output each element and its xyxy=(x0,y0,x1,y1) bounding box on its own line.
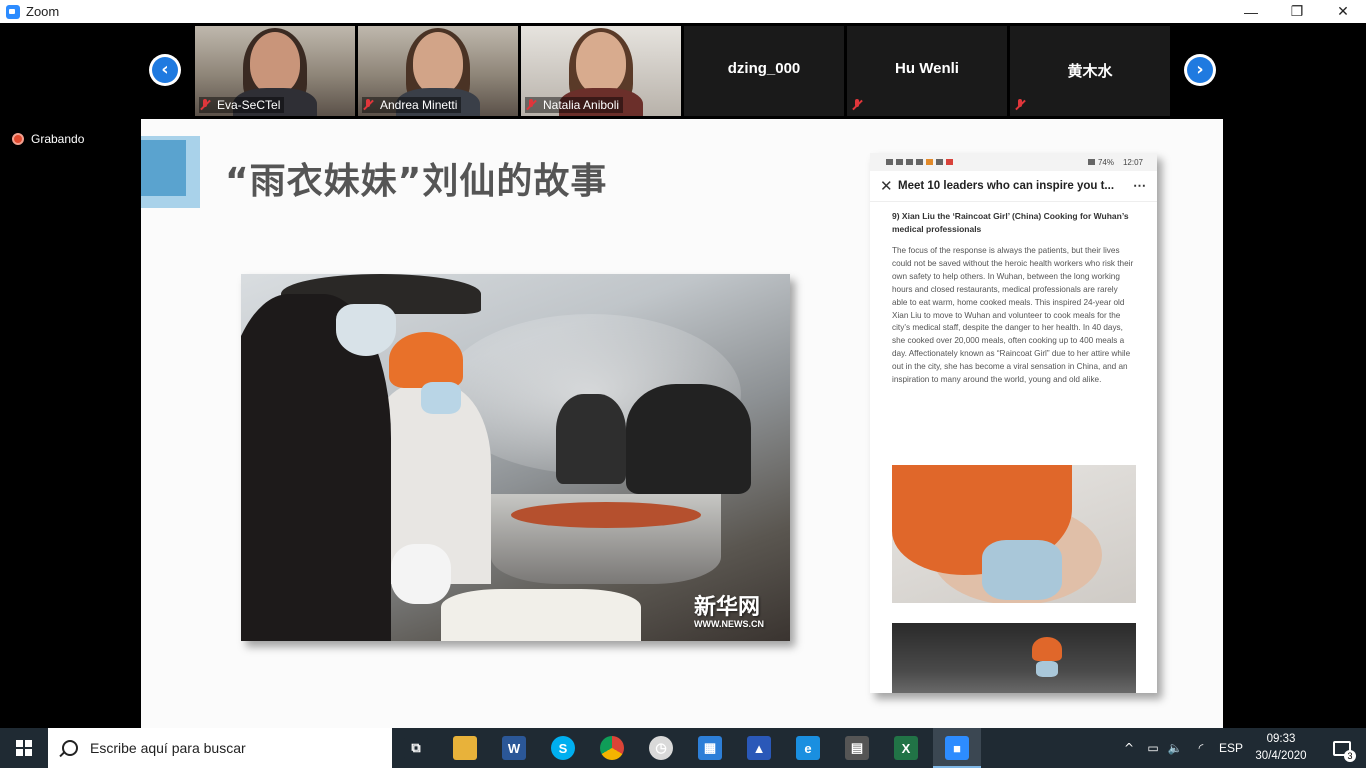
mic-muted-icon xyxy=(1014,99,1026,111)
chevron-left-icon: ‹ xyxy=(152,57,178,83)
participant-name-label: Eva-SeCTel xyxy=(199,97,285,113)
participant-name: dzing_000 xyxy=(727,60,801,77)
record-icon xyxy=(12,133,24,145)
more-options-icon: ⋯ xyxy=(1133,178,1147,193)
phone-clock: 12:07 xyxy=(1122,157,1143,167)
taskbar-search[interactable]: Escribe aquí para buscar xyxy=(48,728,392,768)
mail-taskbar-button[interactable]: ▲ xyxy=(735,728,783,768)
next-page-button[interactable]: › xyxy=(1184,54,1216,86)
clock-app-icon: ◷ xyxy=(649,736,673,760)
chevron-right-icon: › xyxy=(1187,57,1213,83)
close-icon: ✕ xyxy=(880,177,893,195)
minimize-button[interactable]: — xyxy=(1228,0,1274,23)
search-icon xyxy=(62,740,78,756)
raincoat-girl-photo xyxy=(892,465,1136,603)
task-view-icon: ⧉ xyxy=(404,736,428,760)
zoom-app-taskbar-button[interactable]: ■ xyxy=(933,728,981,768)
clock-time: 09:33 xyxy=(1266,733,1296,745)
clock-app-taskbar-button[interactable]: ◷ xyxy=(637,728,685,768)
skype-icon: S xyxy=(551,736,575,760)
mic-muted-icon xyxy=(851,99,863,111)
recording-label: Grabando xyxy=(31,132,85,146)
participant-tile[interactable]: Natalia Aniboli xyxy=(521,26,681,116)
participant-name-label: Natalia Aniboli xyxy=(525,97,624,113)
article-header-title: Meet 10 leaders who can inspire you t... xyxy=(898,180,1115,192)
participant-name-label: Andrea Minetti xyxy=(362,97,462,113)
participant-name: Andrea Minetti xyxy=(380,98,458,112)
zoom-app-icon: ■ xyxy=(945,736,969,760)
calculator-icon: ▤ xyxy=(845,736,869,760)
participant-tile[interactable]: dzing_000 xyxy=(684,26,844,116)
word-taskbar-button[interactable]: W xyxy=(490,728,538,768)
task-view-taskbar-button[interactable]: ⧉ xyxy=(392,728,440,768)
xinhua-watermark: 新华网 xyxy=(694,595,761,620)
slide-title: “雨衣妹妹”刘仙的故事 xyxy=(225,161,608,202)
participant-name: Natalia Aniboli xyxy=(543,98,620,112)
participant-name: Hu Wenli xyxy=(895,60,959,77)
phone-status-bar: 74% 12:07 xyxy=(870,153,1157,171)
calendar-icon: ▦ xyxy=(698,736,722,760)
windows-logo-icon xyxy=(16,740,32,756)
recording-indicator[interactable]: Grabando xyxy=(12,132,84,146)
chrome-taskbar-button[interactable] xyxy=(588,728,636,768)
participant-name: Eva-SeCTel xyxy=(217,98,281,112)
battery-icon[interactable]: ▭ xyxy=(1142,728,1164,768)
mic-muted-icon xyxy=(525,99,537,111)
chrome-icon xyxy=(600,736,624,760)
participant-strip: ‹ Eva-SeCTel Andrea Minetti Natalia Anib… xyxy=(0,23,1366,119)
article-body: 9) Xian Liu the ‘Raincoat Girl’ (China) … xyxy=(870,202,1157,387)
taskbar-clock[interactable]: 09:33 30/4/2020 xyxy=(1249,731,1313,765)
skype-taskbar-button[interactable]: S xyxy=(539,728,587,768)
close-button[interactable]: ✕ xyxy=(1320,0,1366,23)
start-button[interactable] xyxy=(0,728,48,768)
edge-taskbar-button[interactable]: e xyxy=(784,728,832,768)
participant-name: 黄木水 xyxy=(1067,62,1113,80)
window-title: Zoom xyxy=(26,4,60,19)
kitchen-photo-small xyxy=(892,623,1136,693)
calculator-taskbar-button[interactable]: ▤ xyxy=(833,728,881,768)
participant-tile[interactable]: Hu Wenli xyxy=(847,26,1007,116)
article-heading: 9) Xian Liu the ‘Raincoat Girl’ (China) … xyxy=(892,211,1129,234)
volume-icon[interactable]: 🔈 xyxy=(1164,728,1186,768)
article-text: The focus of the response is always the … xyxy=(892,246,1134,385)
window-title-bar: Zoom — ❐ ✕ xyxy=(0,0,1366,23)
network-icon[interactable]: ◜ xyxy=(1190,728,1212,768)
participant-tile[interactable]: Andrea Minetti xyxy=(358,26,518,116)
word-icon: W xyxy=(502,736,526,760)
file-explorer-taskbar-button[interactable] xyxy=(441,728,489,768)
mic-muted-icon xyxy=(199,99,211,111)
article-header: ✕ Meet 10 leaders who can inspire you t.… xyxy=(870,171,1157,202)
slide-decoration xyxy=(141,140,186,196)
mail-icon: ▲ xyxy=(747,736,771,760)
action-center-button[interactable]: 3 xyxy=(1318,728,1366,768)
restore-button[interactable]: ❐ xyxy=(1274,0,1320,23)
xinhua-url-watermark: WWW.NEWS.CN xyxy=(694,619,764,629)
file-explorer-icon xyxy=(453,736,477,760)
clock-date: 30/4/2020 xyxy=(1255,750,1307,762)
show-hidden-icons-button[interactable]: ^ xyxy=(1118,728,1140,768)
status-icons xyxy=(886,159,953,165)
participant-tile[interactable]: Eva-SeCTel xyxy=(195,26,355,116)
search-placeholder: Escribe aquí para buscar xyxy=(90,740,246,756)
participant-tile[interactable]: 黄木水 xyxy=(1010,26,1170,116)
shared-screen-slide: “雨衣妹妹”刘仙的故事 新华网 WWW.NEWS.CN 74% 12:07 ✕ … xyxy=(141,119,1223,728)
mic-muted-icon xyxy=(362,99,374,111)
notification-count: 3 xyxy=(1344,750,1356,762)
kitchen-photo: 新华网 WWW.NEWS.CN xyxy=(241,274,790,641)
phone-screenshot: 74% 12:07 ✕ Meet 10 leaders who can insp… xyxy=(870,153,1157,693)
previous-page-button[interactable]: ‹ xyxy=(149,54,181,86)
excel-taskbar-button[interactable]: X xyxy=(882,728,930,768)
calendar-taskbar-button[interactable]: ▦ xyxy=(686,728,734,768)
excel-icon: X xyxy=(894,736,918,760)
battery-level: 74% xyxy=(1097,157,1114,167)
zoom-logo-icon xyxy=(6,4,20,19)
edge-icon: e xyxy=(796,736,820,760)
language-indicator[interactable]: ESP xyxy=(1214,728,1248,768)
windows-taskbar: Escribe aquí para buscar ⧉ W S ◷ ▦ ▲ e ▤ X ■ ^ ▭ … xyxy=(0,728,1366,768)
